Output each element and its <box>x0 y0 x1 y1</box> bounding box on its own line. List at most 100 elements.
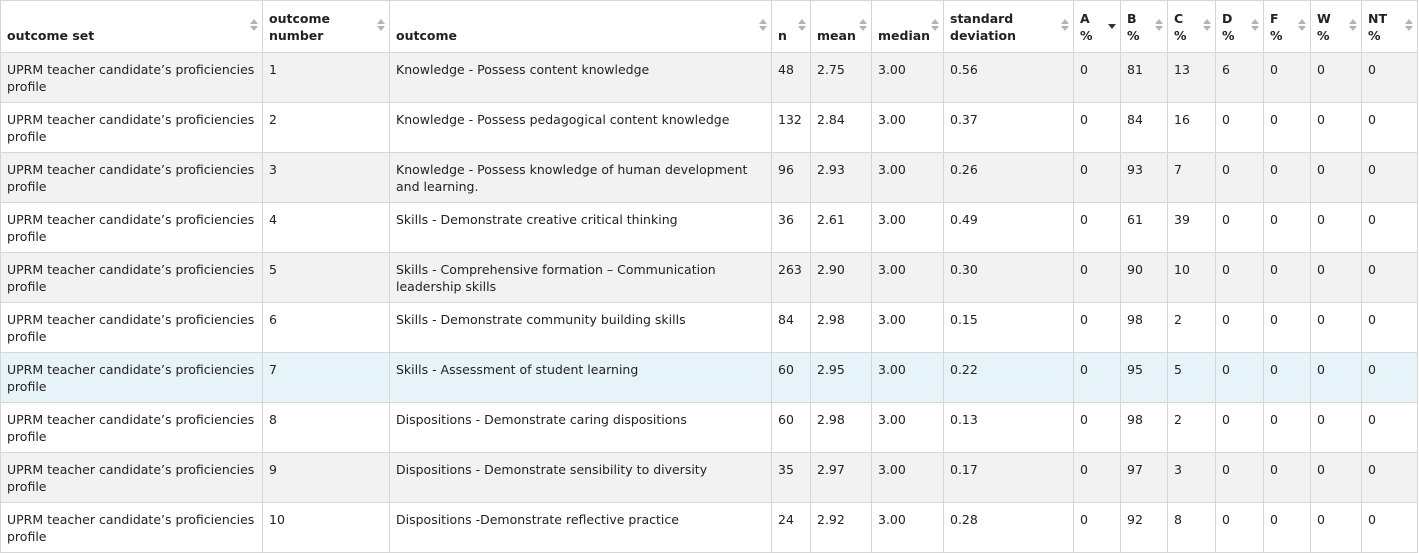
sort-icon[interactable] <box>1349 19 1357 33</box>
sort-icon[interactable] <box>759 19 767 33</box>
cell-outcome-number: 10 <box>262 502 390 553</box>
cell-d: 6 <box>1215 52 1264 103</box>
cell-outcome-set: UPRM teacher candidate’s proficiencies p… <box>0 352 263 403</box>
cell-outcome-set: UPRM teacher candidate’s proficiencies p… <box>0 52 263 103</box>
cell-outcome: Knowledge - Possess knowledge of human d… <box>389 152 772 203</box>
cell-outcome: Dispositions -Demonstrate reflective pra… <box>389 502 772 553</box>
cell-a: 0 <box>1073 202 1121 253</box>
cell-w: 0 <box>1310 352 1362 403</box>
column-header-outcome-number[interactable]: outcome number <box>262 0 390 53</box>
sort-descending-icon[interactable] <box>1108 19 1116 33</box>
cell-n: 60 <box>771 352 811 403</box>
sort-icon[interactable] <box>1251 19 1259 33</box>
cell-d: 0 <box>1215 152 1264 203</box>
sort-icon[interactable] <box>1405 19 1413 33</box>
cell-mean: 2.61 <box>810 202 872 253</box>
cell-n: 96 <box>771 152 811 203</box>
cell-std: 0.26 <box>943 152 1074 203</box>
cell-median: 3.00 <box>871 252 944 303</box>
cell-median: 3.00 <box>871 402 944 453</box>
cell-w: 0 <box>1310 202 1362 253</box>
cell-d: 0 <box>1215 352 1264 403</box>
column-header-b[interactable]: B % <box>1120 0 1168 53</box>
column-header-outcome-set[interactable]: outcome set <box>0 0 263 53</box>
cell-median: 3.00 <box>871 502 944 553</box>
cell-f: 0 <box>1263 352 1311 403</box>
sort-icon[interactable] <box>250 19 258 33</box>
cell-std: 0.28 <box>943 502 1074 553</box>
cell-outcome-set: UPRM teacher candidate’s proficiencies p… <box>0 452 263 503</box>
cell-b: 92 <box>1120 502 1168 553</box>
cell-c: 7 <box>1167 152 1216 203</box>
column-header-median[interactable]: median <box>871 0 944 53</box>
column-header-label: standard deviation <box>950 11 1017 43</box>
table-row[interactable]: UPRM teacher candidate’s proficiencies p… <box>0 52 1418 103</box>
cell-c: 39 <box>1167 202 1216 253</box>
cell-d: 0 <box>1215 302 1264 353</box>
cell-b: 81 <box>1120 52 1168 103</box>
cell-nt: 0 <box>1361 352 1418 403</box>
table-row[interactable]: UPRM teacher candidate’s proficiencies p… <box>0 502 1418 553</box>
column-header-label: outcome number <box>269 11 330 43</box>
column-header-d[interactable]: D % <box>1215 0 1264 53</box>
cell-w: 0 <box>1310 502 1362 553</box>
sort-icon[interactable] <box>798 19 806 33</box>
table-row[interactable]: UPRM teacher candidate’s proficiencies p… <box>0 202 1418 253</box>
cell-w: 0 <box>1310 52 1362 103</box>
cell-f: 0 <box>1263 452 1311 503</box>
column-header-std[interactable]: standard deviation <box>943 0 1074 53</box>
cell-median: 3.00 <box>871 152 944 203</box>
table-row[interactable]: UPRM teacher candidate’s proficiencies p… <box>0 402 1418 453</box>
column-header-w[interactable]: W % <box>1310 0 1362 53</box>
cell-n: 263 <box>771 252 811 303</box>
column-header-f[interactable]: F % <box>1263 0 1311 53</box>
cell-std: 0.13 <box>943 402 1074 453</box>
sort-icon[interactable] <box>859 19 867 33</box>
cell-outcome-number: 3 <box>262 152 390 203</box>
sort-icon[interactable] <box>1298 19 1306 33</box>
table-row[interactable]: UPRM teacher candidate’s proficiencies p… <box>0 252 1418 303</box>
cell-n: 48 <box>771 52 811 103</box>
cell-a: 0 <box>1073 52 1121 103</box>
table-row[interactable]: UPRM teacher candidate’s proficiencies p… <box>0 452 1418 503</box>
cell-d: 0 <box>1215 252 1264 303</box>
cell-w: 0 <box>1310 402 1362 453</box>
cell-c: 2 <box>1167 302 1216 353</box>
cell-mean: 2.97 <box>810 452 872 503</box>
cell-mean: 2.90 <box>810 252 872 303</box>
cell-mean: 2.93 <box>810 152 872 203</box>
table-row[interactable]: UPRM teacher candidate’s proficiencies p… <box>0 352 1418 403</box>
cell-mean: 2.84 <box>810 102 872 153</box>
cell-outcome-set: UPRM teacher candidate’s proficiencies p… <box>0 152 263 203</box>
cell-nt: 0 <box>1361 202 1418 253</box>
column-header-n[interactable]: n <box>771 0 811 53</box>
cell-w: 0 <box>1310 152 1362 203</box>
sort-icon[interactable] <box>1203 19 1211 33</box>
column-header-nt[interactable]: NT % <box>1361 0 1418 53</box>
cell-w: 0 <box>1310 102 1362 153</box>
cell-a: 0 <box>1073 502 1121 553</box>
cell-outcome-number: 7 <box>262 352 390 403</box>
column-header-a[interactable]: A % <box>1073 0 1121 53</box>
cell-std: 0.56 <box>943 52 1074 103</box>
table-row[interactable]: UPRM teacher candidate’s proficiencies p… <box>0 102 1418 153</box>
column-header-label: outcome <box>396 28 457 43</box>
sort-icon[interactable] <box>1155 19 1163 33</box>
cell-nt: 0 <box>1361 502 1418 553</box>
cell-nt: 0 <box>1361 302 1418 353</box>
column-header-label: median <box>878 28 931 43</box>
cell-outcome-set: UPRM teacher candidate’s proficiencies p… <box>0 202 263 253</box>
cell-outcome-number: 2 <box>262 102 390 153</box>
column-header-mean[interactable]: mean <box>810 0 872 53</box>
column-header-outcome[interactable]: outcome <box>389 0 772 53</box>
cell-mean: 2.75 <box>810 52 872 103</box>
cell-median: 3.00 <box>871 352 944 403</box>
cell-f: 0 <box>1263 302 1311 353</box>
cell-std: 0.15 <box>943 302 1074 353</box>
table-row[interactable]: UPRM teacher candidate’s proficiencies p… <box>0 152 1418 203</box>
sort-icon[interactable] <box>931 19 939 33</box>
table-row[interactable]: UPRM teacher candidate’s proficiencies p… <box>0 302 1418 353</box>
sort-icon[interactable] <box>1061 19 1069 33</box>
sort-icon[interactable] <box>377 19 385 33</box>
column-header-c[interactable]: C % <box>1167 0 1216 53</box>
